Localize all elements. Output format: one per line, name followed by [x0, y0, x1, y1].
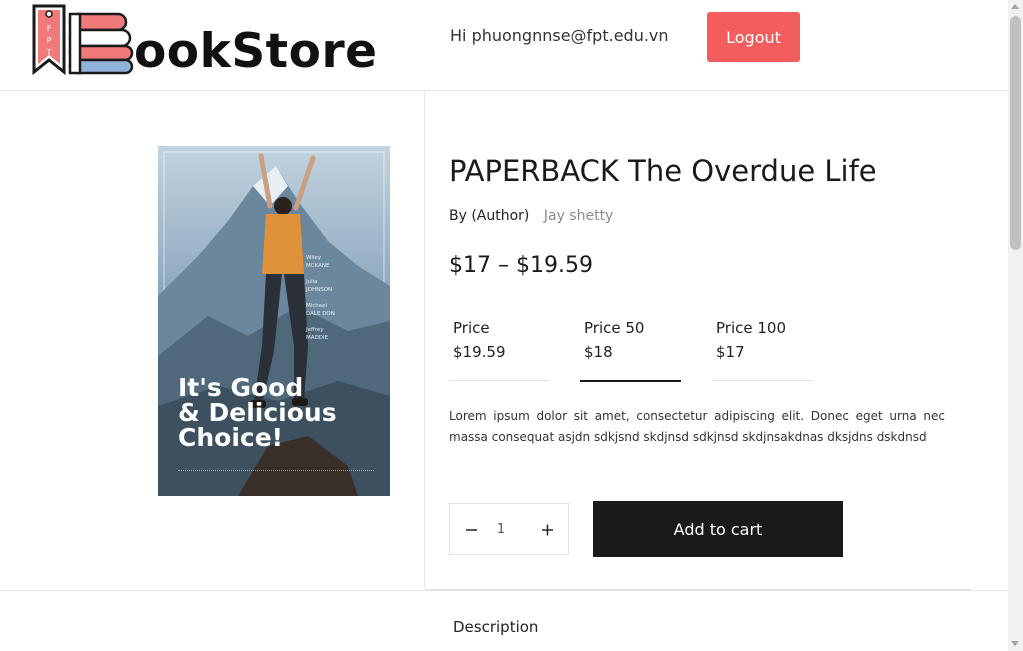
price-option-underline	[580, 380, 681, 382]
price-option-value: $19.59	[453, 343, 506, 361]
column-divider	[424, 91, 425, 589]
product-title: PAPERBACK The Overdue Life	[449, 154, 877, 188]
quantity-input[interactable]	[486, 516, 516, 542]
logo-tag-t: T	[46, 48, 52, 57]
quantity-stepper	[449, 503, 569, 555]
add-to-cart-button[interactable]: Add to cart	[593, 501, 843, 557]
price-option-50[interactable]: Price 50 $18	[580, 316, 681, 382]
logo-tag-f: F	[47, 24, 52, 33]
book-cover-image: Wiley MCKANE Julia JOHNSON Michael DALE …	[158, 146, 390, 496]
price-option-value: $17	[716, 343, 745, 361]
price-option-100[interactable]: Price 100 $17	[712, 316, 813, 382]
author-link[interactable]: Jay shetty	[544, 208, 614, 224]
logout-button[interactable]: Logout	[707, 12, 800, 62]
logo-mark-icon: F P T	[32, 4, 134, 76]
cover-title: It's Good & Delicious Choice!	[178, 373, 337, 452]
price-option-label: Price 100	[716, 319, 786, 337]
bookstore-logo[interactable]: F P T ookStore	[30, 0, 377, 80]
price-option-value: $18	[584, 343, 613, 361]
user-greeting: Hi phuongnnse@fpt.edu.vn	[450, 26, 669, 45]
scroll-down-arrow-icon[interactable]	[1011, 641, 1019, 646]
price-option-underline	[449, 380, 550, 381]
section-divider	[0, 590, 1008, 591]
cover-author-names: Wiley MCKANE Julia JOHNSON Michael DALE …	[306, 255, 335, 341]
price-range: $17 – $19.59	[449, 253, 593, 278]
price-option-label: Price	[453, 319, 490, 337]
scroll-up-arrow-icon[interactable]	[1011, 4, 1019, 9]
by-author-label: By (Author)	[449, 208, 530, 224]
logo-text: ookStore	[134, 24, 378, 79]
tab-description[interactable]: Description	[453, 618, 538, 636]
product-description: Lorem ipsum dolor sit amet, consectetur …	[449, 409, 945, 444]
site-header: F P T ookStore Hi phuongnnse@fpt.edu.vn …	[0, 0, 1008, 91]
scrollbar-thumb[interactable]	[1010, 16, 1021, 250]
price-option-label: Price 50	[584, 319, 645, 337]
logo-tag-p: P	[47, 36, 52, 45]
plus-icon[interactable]	[537, 519, 559, 541]
vertical-scrollbar[interactable]	[1008, 0, 1023, 651]
cover-fine-print	[178, 470, 374, 488]
byline: By (Author) Jay shetty	[449, 208, 613, 224]
price-option-single[interactable]: Price $19.59	[449, 316, 550, 382]
minus-icon[interactable]	[461, 519, 483, 541]
price-option-underline	[712, 380, 813, 381]
